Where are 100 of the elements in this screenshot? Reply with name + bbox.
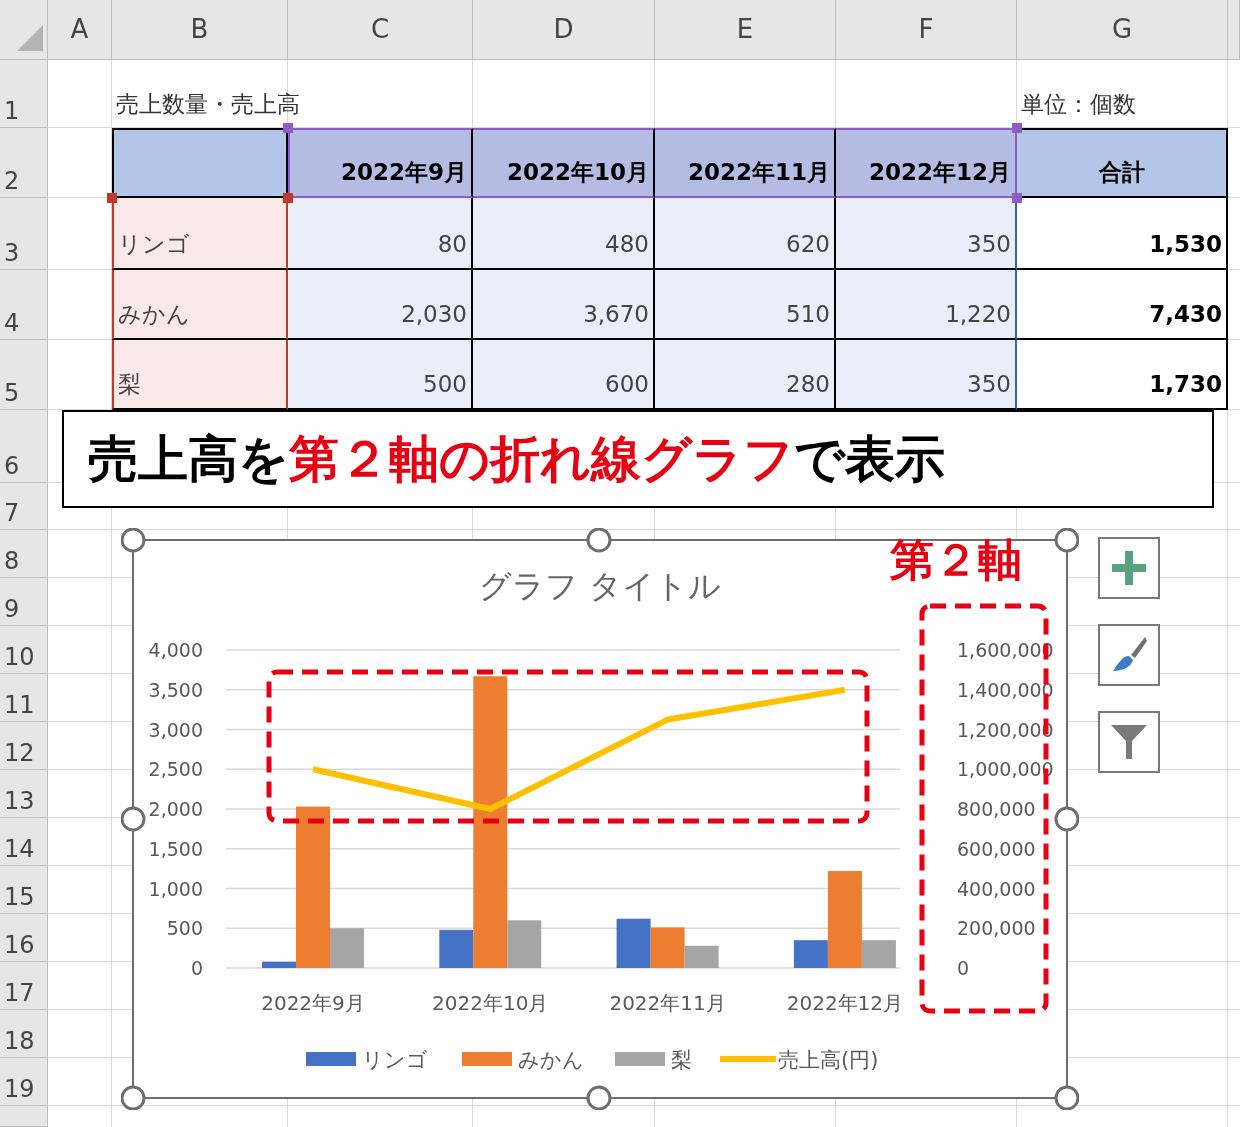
axis-label: 0 [190,957,203,979]
cell[interactable]: 480 [473,198,655,270]
row-header[interactable]: 3 [0,198,48,270]
axis-label: 4,000 [148,639,203,661]
axis-label: 1,400,000 [957,678,1054,701]
legend-label: みかん [518,1048,584,1072]
column-header[interactable]: A [48,0,112,60]
axis-label: 500 [166,917,203,940]
legend-label: 売上高(円) [778,1048,879,1072]
column-header[interactable]: E [655,0,836,60]
range-handle[interactable] [1012,123,1022,133]
cell[interactable]: 350 [836,198,1017,270]
row-header[interactable]: 17 [0,962,48,1010]
resize-handle[interactable] [1054,806,1079,832]
axis-label: 3,000 [148,718,203,741]
cell[interactable]: みかん [112,270,288,340]
bar [616,918,651,968]
row-header[interactable]: 7 [0,483,48,530]
chart-filter-button[interactable] [1098,711,1160,773]
legend-swatch-icon [462,1052,512,1066]
cell[interactable]: 600 [473,340,655,410]
axis-label: 3,500 [148,678,203,701]
resize-handle[interactable] [121,528,146,553]
resize-handle[interactable] [586,1085,612,1110]
cell[interactable]: 売上数量・売上高 [112,60,473,128]
axis-label: 1,000 [148,877,203,900]
axis-label: 1,500 [148,837,203,860]
cell[interactable]: 2022年9月 [288,128,473,198]
axis-label: 2022年11月 [609,991,726,1015]
resize-handle[interactable] [121,806,146,832]
column-header[interactable]: G [1017,0,1228,60]
cell[interactable]: 3,670 [473,270,655,340]
row-header[interactable]: 1 [0,60,48,128]
cell[interactable]: 1,220 [836,270,1017,340]
cell[interactable]: 2,030 [288,270,473,340]
axis-label: 2022年9月 [261,991,365,1015]
row-header[interactable]: 14 [0,818,48,866]
cell[interactable]: 500 [288,340,473,410]
row-header[interactable]: 18 [0,1010,48,1058]
axis-label: 2022年10月 [432,991,549,1015]
column-header[interactable]: F [836,0,1017,60]
range-handle[interactable] [283,193,293,203]
cell[interactable]: 2022年11月 [655,128,836,198]
row-header[interactable]: 5 [0,340,48,410]
resize-handle[interactable] [121,1085,146,1110]
axis-label: 400,000 [957,877,1036,900]
column-header[interactable]: B [112,0,288,60]
row-header[interactable]: 9 [0,578,48,626]
legend-label: 梨 [671,1048,692,1072]
resize-handle[interactable] [586,528,612,553]
cell[interactable]: 350 [836,340,1017,410]
add-element-button[interactable] [1098,537,1160,599]
row-header[interactable]: 12 [0,722,48,770]
cell[interactable]: 梨 [112,340,288,410]
legend-swatch-icon [615,1052,665,1066]
cell[interactable]: 単位：個数 [1017,60,1228,128]
cell[interactable]: 7,430 [1017,270,1228,340]
chart-style-button[interactable] [1098,624,1160,686]
legend-swatch-icon [306,1052,356,1066]
axis-label: 600,000 [957,837,1036,860]
caption-text: 売上高を第２軸の折れ線グラフで表示 [88,434,945,484]
column-header[interactable]: C [288,0,473,60]
chart-title[interactable]: グラフ タイトル [479,567,721,605]
plus-icon [1112,551,1146,585]
axis-label: 0 [957,957,970,979]
cell[interactable]: 2022年12月 [836,128,1017,198]
cell[interactable]: 合計 [1017,128,1228,198]
row-header[interactable]: 10 [0,626,48,674]
row-header[interactable]: 11 [0,674,48,722]
filter-icon [1111,723,1147,761]
range-handle[interactable] [107,193,117,203]
axis-label: 800,000 [957,798,1036,820]
cell[interactable]: 620 [655,198,836,270]
range-handle[interactable] [283,123,293,133]
axis-label: 200,000 [957,917,1036,940]
range-handle[interactable] [1012,193,1022,203]
row-header[interactable]: 19 [0,1058,48,1106]
cell[interactable] [112,128,288,198]
annotation-label: 第２軸 [890,538,1022,582]
row-header[interactable]: 4 [0,270,48,340]
axis-label: 2,000 [148,798,203,820]
legend-label: リンゴ [362,1048,428,1072]
chart-area[interactable] [132,539,1068,1099]
resize-handle[interactable] [1054,528,1079,553]
cell[interactable]: 80 [288,198,473,270]
row-header[interactable]: 13 [0,770,48,818]
cell[interactable]: 1,530 [1017,198,1228,270]
axis-label: 2,500 [148,758,203,781]
row-header[interactable]: 8 [0,530,48,578]
axis-label: 1,000,000 [957,758,1054,781]
row-header[interactable]: 16 [0,914,48,962]
resize-handle[interactable] [1054,1085,1079,1110]
cell[interactable]: 2022年10月 [473,128,655,198]
cell[interactable]: リンゴ [112,198,288,270]
cell[interactable]: 510 [655,270,836,340]
row-header[interactable]: 15 [0,866,48,914]
row-header[interactable]: 6 [0,410,48,483]
cell[interactable]: 280 [655,340,836,410]
column-header[interactable]: D [473,0,655,60]
row-header[interactable]: 2 [0,128,48,198]
